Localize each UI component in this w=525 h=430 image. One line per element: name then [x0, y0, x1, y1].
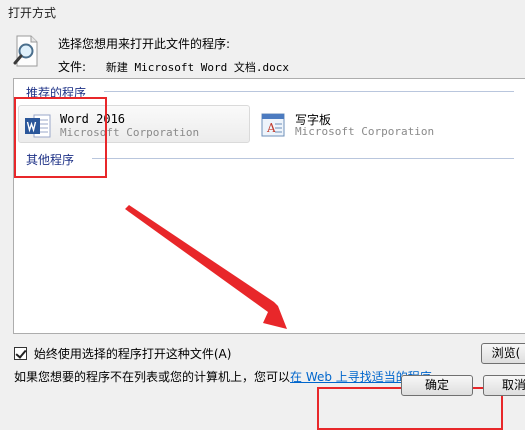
cancel-button[interactable]: 取消 [483, 375, 525, 396]
always-use-label: 始终使用选择的程序打开这种文件(A) [33, 347, 232, 361]
annotation-arrow [125, 205, 287, 329]
always-use-checkbox[interactable] [14, 347, 27, 360]
browse-button[interactable]: 浏览( [481, 343, 525, 364]
hint-text: 如果您想要的程序不在列表或您的计算机上，您可以 [14, 370, 291, 384]
hint-row: 如果您想要的程序不在列表或您的计算机上，您可以在 Web 上寻找适当的程序。 [14, 368, 444, 385]
ok-button[interactable]: 确定 [401, 375, 473, 396]
always-use-option[interactable]: 始终使用选择的程序打开这种文件(A) [14, 345, 231, 362]
